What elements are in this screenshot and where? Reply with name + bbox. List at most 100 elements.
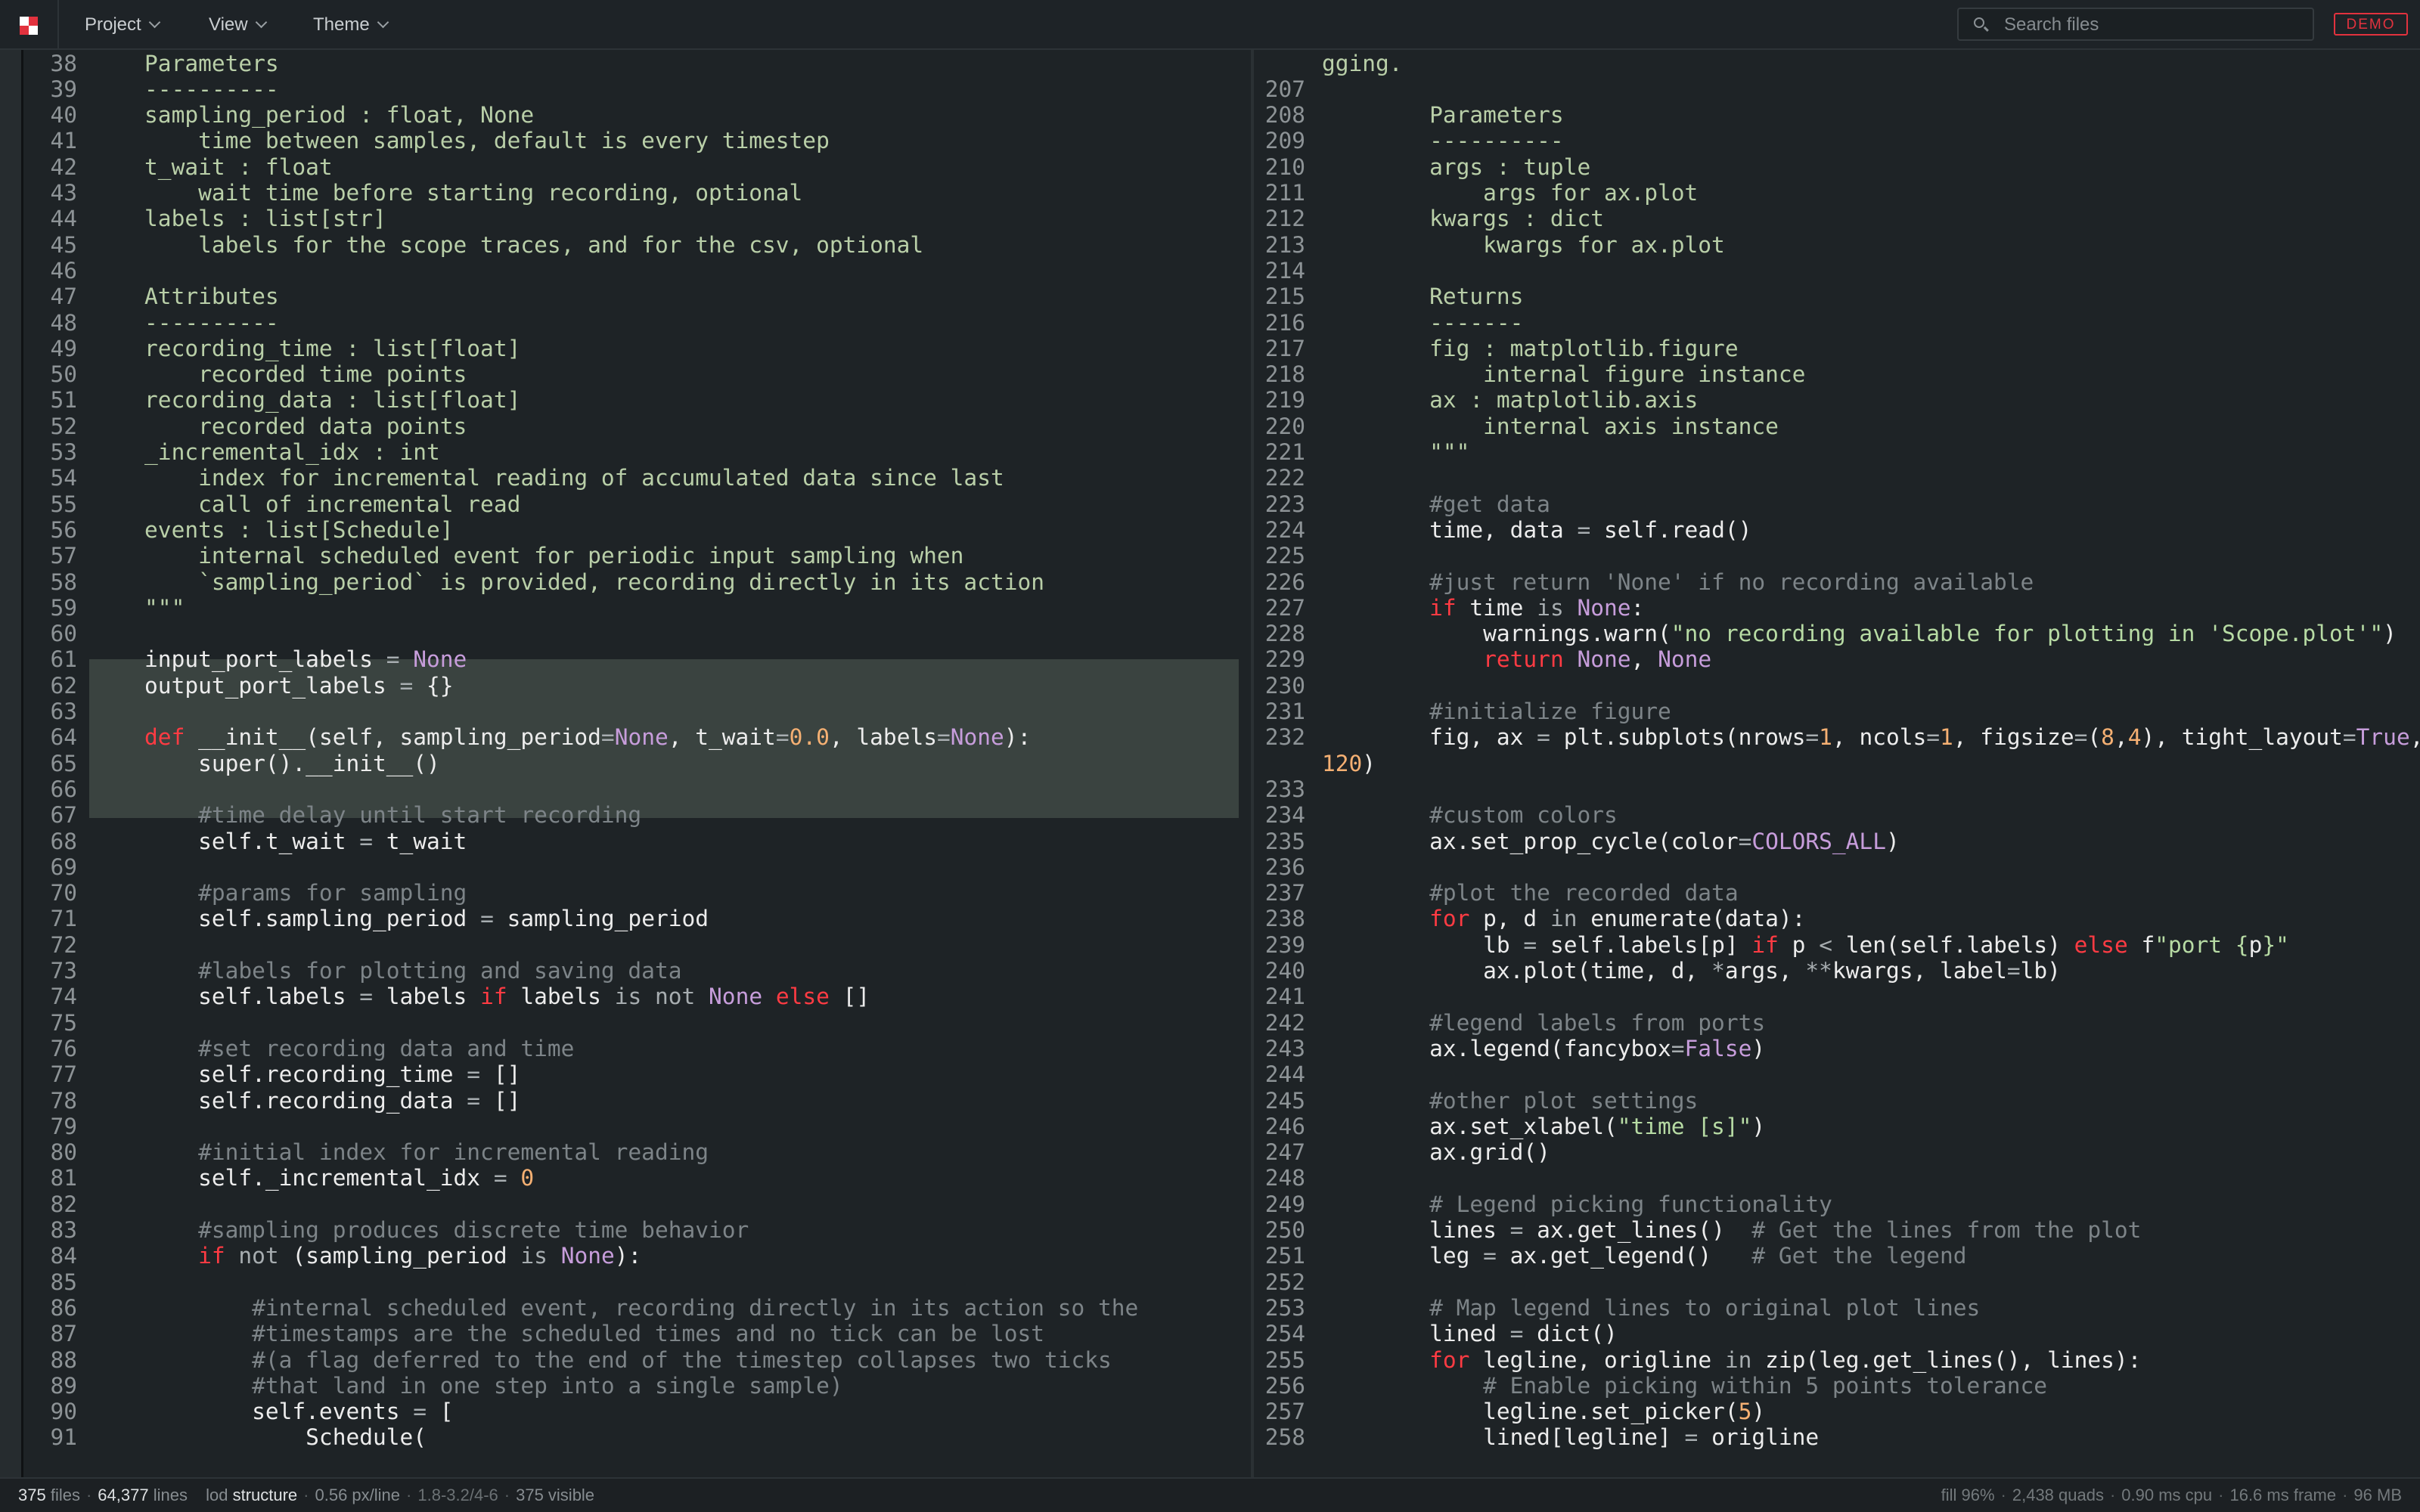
- code-line[interactable]: 215 Returns: [1254, 284, 2420, 310]
- code-line[interactable]: 219 ax : matplotlib.axis: [1254, 387, 2420, 414]
- code-line[interactable]: 218 internal figure instance: [1254, 361, 2420, 388]
- code-line[interactable]: 229 return None, None: [1254, 646, 2420, 673]
- code-line[interactable]: 73 #labels for plotting and saving data: [0, 958, 1251, 984]
- code-line[interactable]: 258 lined[legline] = origline: [1254, 1424, 2420, 1451]
- code-line[interactable]: 80 #initial index for incremental readin…: [0, 1139, 1251, 1166]
- code-line[interactable]: 237 #plot the recorded data: [1254, 880, 2420, 906]
- code-line[interactable]: 250 lines = ax.get_lines() # Get the lin…: [1254, 1217, 2420, 1244]
- code-line[interactable]: 68 self.t_wait = t_wait: [0, 829, 1251, 855]
- code-line[interactable]: 66: [0, 776, 1251, 803]
- code-line[interactable]: 220 internal axis instance: [1254, 414, 2420, 440]
- code-line[interactable]: 222: [1254, 465, 2420, 491]
- code-line[interactable]: 69: [0, 854, 1251, 881]
- code-line[interactable]: 55 call of incremental read: [0, 491, 1251, 518]
- code-line[interactable]: 210 args : tuple: [1254, 154, 2420, 181]
- code-line[interactable]: 84 if not (sampling_period is None):: [0, 1243, 1251, 1269]
- code-line[interactable]: 231 #initialize figure: [1254, 699, 2420, 725]
- code-line[interactable]: 82: [0, 1191, 1251, 1218]
- code-line[interactable]: 42 t_wait : float: [0, 154, 1251, 181]
- code-line[interactable]: 78 self.recording_data = []: [0, 1088, 1251, 1114]
- code-line[interactable]: 65 super().__init__(): [0, 751, 1251, 777]
- code-line[interactable]: 64 def __init__(self, sampling_period=No…: [0, 724, 1251, 751]
- code-line[interactable]: 53 _incremental_idx : int: [0, 439, 1251, 466]
- code-line[interactable]: 223 #get data: [1254, 491, 2420, 518]
- code-line[interactable]: 49 recording_time : list[float]: [0, 336, 1251, 362]
- code-line[interactable]: 48 ----------: [0, 310, 1251, 336]
- code-line[interactable]: 248: [1254, 1165, 2420, 1191]
- code-line[interactable]: 120): [1254, 751, 2420, 777]
- code-line[interactable]: 244: [1254, 1061, 2420, 1088]
- code-line[interactable]: 238 for p, d in enumerate(data):: [1254, 906, 2420, 932]
- code-line[interactable]: 72: [0, 932, 1251, 959]
- editor-pane-right[interactable]: gging. 207 208 Parameters 209 ---------- 210…: [1254, 50, 2420, 1477]
- code-line[interactable]: 39 ----------: [0, 76, 1251, 103]
- code-line[interactable]: 236: [1254, 854, 2420, 881]
- code-line[interactable]: 76 #set recording data and time: [0, 1036, 1251, 1062]
- code-line[interactable]: 221 """: [1254, 439, 2420, 466]
- app-logo-icon[interactable]: [0, 0, 59, 48]
- code-line[interactable]: 91 Schedule(: [0, 1424, 1251, 1451]
- search-input[interactable]: [2003, 11, 2308, 39]
- code-line[interactable]: 87 #timestamps are the scheduled times a…: [0, 1321, 1251, 1347]
- code-line[interactable]: 214: [1254, 258, 2420, 284]
- code-line[interactable]: 85: [0, 1269, 1251, 1296]
- code-line[interactable]: 245 #other plot settings: [1254, 1088, 2420, 1114]
- code-line[interactable]: gging.: [1254, 51, 2420, 77]
- code-line[interactable]: 225: [1254, 543, 2420, 569]
- code-line[interactable]: 213 kwargs for ax.plot: [1254, 232, 2420, 259]
- code-line[interactable]: 226 #just return 'None' if no recording …: [1254, 569, 2420, 596]
- code-line[interactable]: 41 time between samples, default is ever…: [0, 128, 1251, 154]
- code-line[interactable]: 90 self.events = [: [0, 1399, 1251, 1425]
- code-line[interactable]: 61 input_port_labels = None: [0, 646, 1251, 673]
- code-line[interactable]: 232 fig, ax = plt.subplots(nrows=1, ncol…: [1254, 724, 2420, 751]
- code-line[interactable]: 217 fig : matplotlib.figure: [1254, 336, 2420, 362]
- code-line[interactable]: 247 ax.grid(): [1254, 1139, 2420, 1166]
- code-line[interactable]: 235 ax.set_prop_cycle(color=COLORS_ALL): [1254, 829, 2420, 855]
- code-line[interactable]: 243 ax.legend(fancybox=False): [1254, 1036, 2420, 1062]
- code-line[interactable]: 79: [0, 1114, 1251, 1140]
- code-line[interactable]: 233: [1254, 776, 2420, 803]
- code-line[interactable]: 45 labels for the scope traces, and for …: [0, 232, 1251, 259]
- code-line[interactable]: 63: [0, 699, 1251, 725]
- code-line[interactable]: 216 -------: [1254, 310, 2420, 336]
- code-line[interactable]: 242 #legend labels from ports: [1254, 1010, 2420, 1036]
- code-line[interactable]: 240 ax.plot(time, d, *args, **kwargs, la…: [1254, 958, 2420, 984]
- menu-project[interactable]: Project: [85, 0, 160, 48]
- code-line[interactable]: 71 self.sampling_period = sampling_perio…: [0, 906, 1251, 932]
- code-line[interactable]: 57 internal scheduled event for periodic…: [0, 543, 1251, 569]
- code-line[interactable]: 212 kwargs : dict: [1254, 206, 2420, 232]
- code-line[interactable]: 241: [1254, 984, 2420, 1010]
- code-line[interactable]: 50 recorded time points: [0, 361, 1251, 388]
- code-line[interactable]: 239 lb = self.labels[p] if p < len(self.…: [1254, 932, 2420, 959]
- code-line[interactable]: 51 recording_data : list[float]: [0, 387, 1251, 414]
- code-line[interactable]: 60: [0, 621, 1251, 647]
- code-line[interactable]: 59 """: [0, 595, 1251, 621]
- search-box[interactable]: [1957, 8, 2314, 41]
- code-line[interactable]: 38 Parameters: [0, 51, 1251, 77]
- code-line[interactable]: 62 output_port_labels = {}: [0, 673, 1251, 699]
- code-line[interactable]: 44 labels : list[str]: [0, 206, 1251, 232]
- code-line[interactable]: 230: [1254, 673, 2420, 699]
- code-line[interactable]: 253 # Map legend lines to original plot …: [1254, 1295, 2420, 1321]
- code-line[interactable]: 252: [1254, 1269, 2420, 1296]
- code-line[interactable]: 246 ax.set_xlabel("time [s]"): [1254, 1114, 2420, 1140]
- code-line[interactable]: 77 self.recording_time = []: [0, 1061, 1251, 1088]
- code-line[interactable]: 251 leg = ax.get_legend() # Get the lege…: [1254, 1243, 2420, 1269]
- code-line[interactable]: 209 ----------: [1254, 128, 2420, 154]
- code-line[interactable]: 254 lined = dict(): [1254, 1321, 2420, 1347]
- code-line[interactable]: 56 events : list[Schedule]: [0, 517, 1251, 544]
- menu-view[interactable]: View: [209, 0, 267, 48]
- code-line[interactable]: 257 legline.set_picker(5): [1254, 1399, 2420, 1425]
- code-line[interactable]: 208 Parameters: [1254, 102, 2420, 129]
- code-line[interactable]: 74 self.labels = labels if labels is not…: [0, 984, 1251, 1010]
- code-line[interactable]: 207: [1254, 76, 2420, 103]
- code-line[interactable]: 58 `sampling_period` is provided, record…: [0, 569, 1251, 596]
- code-line[interactable]: 89 #that land in one step into a single …: [0, 1373, 1251, 1399]
- code-line[interactable]: 40 sampling_period : float, None: [0, 102, 1251, 129]
- code-line[interactable]: 70 #params for sampling: [0, 880, 1251, 906]
- code-line[interactable]: 224 time, data = self.read(): [1254, 517, 2420, 544]
- code-line[interactable]: 46: [0, 258, 1251, 284]
- code-line[interactable]: 52 recorded data points: [0, 414, 1251, 440]
- editor-pane-left[interactable]: 38 Parameters 39 ---------- 40 sampling_pe…: [0, 50, 1251, 1477]
- code-line[interactable]: 255 for legline, origline in zip(leg.get…: [1254, 1347, 2420, 1374]
